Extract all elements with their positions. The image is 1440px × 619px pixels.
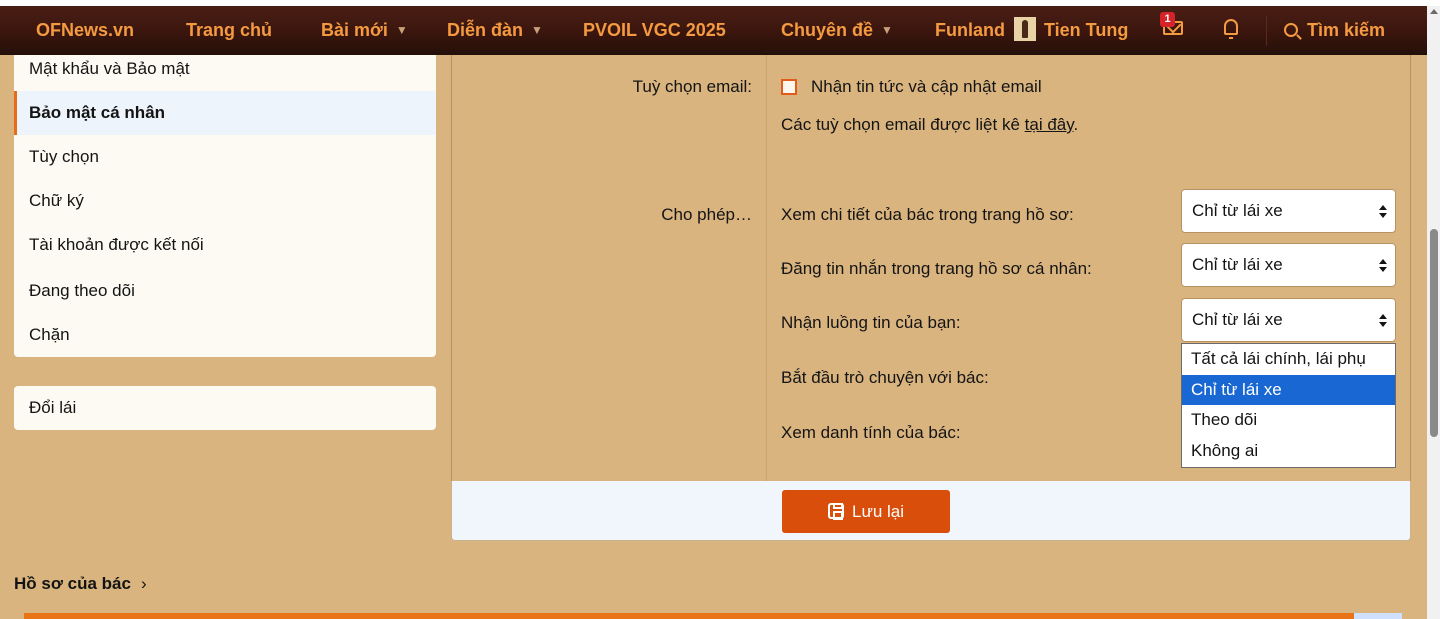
email-options-label: Tuỳ chọn email: [632,77,752,96]
email-options-link[interactable]: tại đây [1025,115,1074,134]
chevron-down-icon[interactable]: ▼ [881,23,893,37]
chevron-down-icon[interactable]: ▼ [531,23,543,37]
email-news-checkbox-label[interactable]: Nhận tin tức và cập nhật email [811,77,1042,97]
privacy-row-label-post-profile: Đăng tin nhắn trong trang hồ sơ cá nhân: [781,259,1092,278]
chevron-right-icon: › [140,574,147,593]
nav-new-posts-label: Bài mới [321,20,388,40]
save-button[interactable]: Lưu lại [782,490,950,533]
privacy-row-label-view-identity: Xem danh tính của bác: [781,423,961,442]
profile-heading-link[interactable]: Hồ sơ của bác › [14,574,147,594]
sidebar-secondary-card: Đổi lái [14,386,436,430]
nav-pvoil-label: PVOIL VGC 2025 [583,20,726,40]
nav-pvoil[interactable]: PVOIL VGC 2025 [583,6,726,55]
save-button-label: Lưu lại [851,502,905,521]
nav-home-label: Trang chủ [186,20,273,40]
scroll-up-icon[interactable] [1430,9,1438,14]
privacy-row-label-view-details: Xem chi tiết của bác trong trang hồ sơ: [781,205,1074,224]
post-profile-select[interactable]: Chỉ từ lái xe [1181,243,1396,287]
nav-forums[interactable]: Diễn đàn ▼ [447,6,543,55]
allow-label: Cho phép… [661,205,752,224]
nav-funland[interactable]: Funland [935,6,1015,55]
sidebar-item-privacy[interactable]: Bảo mật cá nhân [14,91,436,135]
email-note-text: Các tuỳ chọn email được liệt kê [781,115,1025,134]
save-icon [827,503,844,520]
receive-feed-select[interactable]: Chỉ từ lái xe [1181,298,1396,342]
chevron-down-icon[interactable]: ▼ [396,23,408,37]
sidebar-item-connected-accounts[interactable]: Tài khoản được kết nối [14,223,436,267]
sidebar-item-password-security[interactable]: Mật khẩu và Bảo mật [14,47,436,91]
user-menu[interactable]: Tien Tung [1014,6,1128,55]
privacy-row-label-start-conversation: Bắt đầu trò chuyện với bác: [781,368,989,387]
post-profile-select-value: Chỉ từ lái xe [1192,255,1283,274]
nav-forums-label: Diễn đàn [447,20,524,40]
select-arrows-icon [1379,314,1387,328]
dropdown-option-nobody[interactable]: Không ai [1182,436,1395,466]
inbox-badge: 1 [1160,12,1175,27]
footer-strip [24,613,1402,619]
footer-widget [1354,613,1402,619]
sidebar-item-blocked[interactable]: Chặn [14,313,436,357]
form-column-divider [766,55,767,481]
avatar [1014,17,1036,42]
view-details-select[interactable]: Chỉ từ lái xe [1181,189,1396,233]
privacy-row-label-receive-feed: Nhận luồng tin của bạn: [781,313,961,332]
nav-funland-label: Funland [935,20,1005,40]
sidebar-item-following[interactable]: Đang theo dõi [14,269,436,313]
select-arrows-icon [1379,259,1387,273]
receive-feed-select-value: Chỉ từ lái xe [1192,310,1283,329]
account-sidebar: Mật khẩu và Bảo mật Bảo mật cá nhân Tùy … [14,55,436,357]
dropdown-option-drivers-only[interactable]: Chỉ từ lái xe [1182,375,1395,405]
dropdown-option-everyone[interactable]: Tất cả lái chính, lái phụ [1182,344,1395,374]
email-news-checkbox[interactable] [781,79,797,95]
select-arrows-icon [1379,205,1387,219]
sidebar-item-signature[interactable]: Chữ ký [14,179,436,223]
email-note: Các tuỳ chọn email được liệt kê tại đây. [781,115,1078,135]
search-label: Tìm kiếm [1307,20,1386,40]
profile-heading-label: Hồ sơ của bác [14,574,131,593]
email-note-period: . [1073,115,1079,134]
view-details-select-value: Chỉ từ lái xe [1192,201,1283,220]
receive-feed-dropdown-list: Tất cả lái chính, lái phụ Chỉ từ lái xe … [1181,343,1396,468]
sidebar-item-change-name[interactable]: Đổi lái [14,386,436,430]
search-icon [1284,23,1298,37]
dropdown-option-following[interactable]: Theo dõi [1182,405,1395,435]
nav-topics[interactable]: Chuyên đề ▼ [781,6,893,55]
nav-topics-label: Chuyên đề [781,20,874,40]
scrollbar-thumb[interactable] [1430,229,1438,437]
bell-icon[interactable] [1224,19,1238,39]
nav-divider [1266,16,1267,46]
search-button[interactable]: Tìm kiếm [1284,6,1385,55]
sidebar-item-preferences[interactable]: Tùy chọn [14,135,436,179]
user-name: Tien Tung [1044,20,1129,40]
